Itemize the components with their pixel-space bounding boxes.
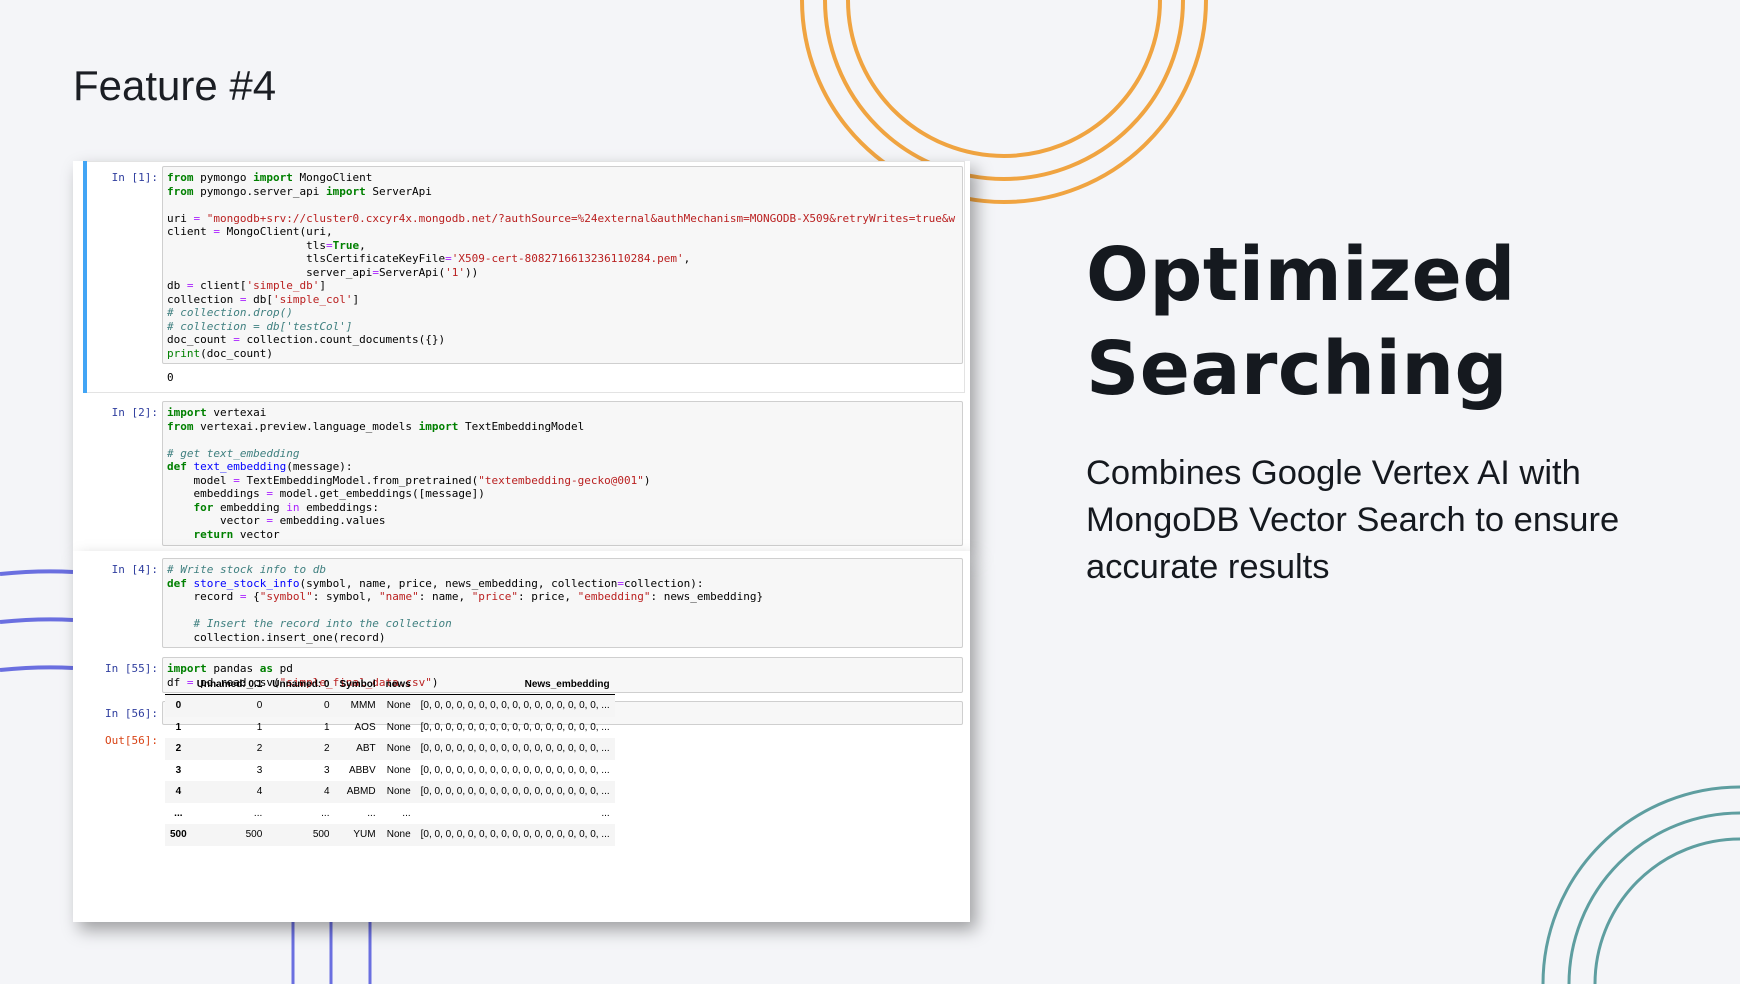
table-cell: 0 <box>191 694 268 717</box>
headline-line-1: Optimized <box>1086 232 1516 318</box>
table-row: 2 2 2 ABT None [0, 0, 0, 0, 0, 0, 0, 0, … <box>165 738 615 760</box>
selected-cell-indicator <box>83 161 87 393</box>
output-prompt: Out[56]: <box>105 734 158 747</box>
table-row: ... ... ... ... ... ... <box>165 803 615 825</box>
table-row: 1 1 1 AOS None [0, 0, 0, 0, 0, 0, 0, 0, … <box>165 717 615 739</box>
table-cell: 2 <box>191 738 268 760</box>
table-row: 500 500 500 YUM None [0, 0, 0, 0, 0, 0, … <box>165 824 615 846</box>
table-cell: None <box>380 694 416 717</box>
table-cell: 0 <box>267 694 335 717</box>
column-header: Symbol <box>334 674 381 695</box>
table-cell: YUM <box>334 824 381 846</box>
table-header-row: Unnamed: 0.1 Unnamed: 0 Symbol news News… <box>165 674 615 695</box>
row-index: 1 <box>175 721 182 733</box>
table-cell: 4 <box>191 781 268 803</box>
notebook-screenshot-bottom: In [4]: # Write stock info to db def sto… <box>73 551 970 922</box>
column-header: News_embedding <box>415 674 615 695</box>
table-cell: MMM <box>334 694 381 717</box>
table-cell: 1 <box>256 721 263 733</box>
table-cell: ... <box>402 807 411 819</box>
row-index: ... <box>174 807 183 819</box>
table-cell: ABT <box>334 738 381 760</box>
cell-prompt: In [56]: <box>105 707 158 720</box>
column-header: Unnamed: 0 <box>267 674 335 695</box>
table-cell: ABMD <box>334 781 381 803</box>
column-header <box>165 674 192 695</box>
table-cell: 3 <box>256 764 263 776</box>
code-editor[interactable]: # Write stock info to db def store_stock… <box>162 558 963 648</box>
headline: Optimized Searching <box>1086 228 1516 416</box>
table-row: 4 4 4 ABMD None [0, 0, 0, 0, 0, 0, 0, 0,… <box>165 781 615 803</box>
table-cell: 2 <box>267 738 335 760</box>
table-cell: None <box>386 721 411 733</box>
table-cell: 4 <box>267 781 335 803</box>
code-editor[interactable]: import vertexai from vertexai.preview.la… <box>162 401 963 546</box>
row-index: 0 <box>165 694 192 717</box>
row-index: 500 <box>165 824 192 846</box>
cell-prompt: In [1]: <box>111 171 158 184</box>
table-cell: ... <box>601 807 610 819</box>
table-cell: [0, 0, 0, 0, 0, 0, 0, 0, 0, 0, 0, 0, 0, … <box>415 824 615 846</box>
row-index: 3 <box>175 764 182 776</box>
table-cell: [0, 0, 0, 0, 0, 0, 0, 0, 0, 0, 0, 0, 0, … <box>415 781 615 803</box>
purple-lines-bottom-decoration <box>291 922 372 984</box>
table-cell: 3 <box>323 764 330 776</box>
feature-label: Feature #4 <box>73 62 277 109</box>
cell-prompt: In [4]: <box>111 563 158 576</box>
table-cell: None <box>380 738 416 760</box>
table-cell: ... <box>321 807 330 819</box>
table-cell: [0, 0, 0, 0, 0, 0, 0, 0, 0, 0, 0, 0, 0, … <box>415 694 615 717</box>
table-cell: None <box>386 764 411 776</box>
table-cell: 500 <box>267 824 335 846</box>
subtext: Combines Google Vertex AI with MongoDB V… <box>1086 454 1620 586</box>
table-cell: 1 <box>323 721 330 733</box>
cell-prompt: In [55]: <box>105 662 158 675</box>
table-cell: ABBV <box>348 764 376 776</box>
row-index: 4 <box>165 781 192 803</box>
notebook-screenshot-top: In [1]: from pymongo import MongoClient … <box>73 161 970 551</box>
table-cell: [0, 0, 0, 0, 0, 0, 0, 0, 0, 0, 0, 0, 0, … <box>420 721 610 733</box>
dataframe-table: Unnamed: 0.1 Unnamed: 0 Symbol news News… <box>165 674 615 846</box>
code-editor[interactable]: from pymongo import MongoClient from pym… <box>162 166 963 364</box>
column-header: news <box>380 674 416 695</box>
row-index: 2 <box>165 738 192 760</box>
headline-line-2: Searching <box>1086 326 1508 412</box>
table-cell: AOS <box>354 721 376 733</box>
table-cell: None <box>380 824 416 846</box>
table-cell: ... <box>367 807 376 819</box>
table-row: 3 3 3 ABBV None [0, 0, 0, 0, 0, 0, 0, 0,… <box>165 760 615 782</box>
table-cell: 500 <box>191 824 268 846</box>
purple-lines-left-decoration <box>0 569 74 672</box>
column-header: Unnamed: 0.1 <box>191 674 268 695</box>
table-cell: [0, 0, 0, 0, 0, 0, 0, 0, 0, 0, 0, 0, 0, … <box>415 738 615 760</box>
teal-arcs-decoration <box>1541 785 1740 984</box>
cell-output: 0 <box>167 371 174 384</box>
cell-prompt: In [2]: <box>111 406 158 419</box>
table-cell: [0, 0, 0, 0, 0, 0, 0, 0, 0, 0, 0, 0, 0, … <box>420 764 610 776</box>
table-row: 0 0 0 MMM None [0, 0, 0, 0, 0, 0, 0, 0, … <box>165 694 615 717</box>
table-cell: None <box>380 781 416 803</box>
table-cell: ... <box>253 807 263 819</box>
